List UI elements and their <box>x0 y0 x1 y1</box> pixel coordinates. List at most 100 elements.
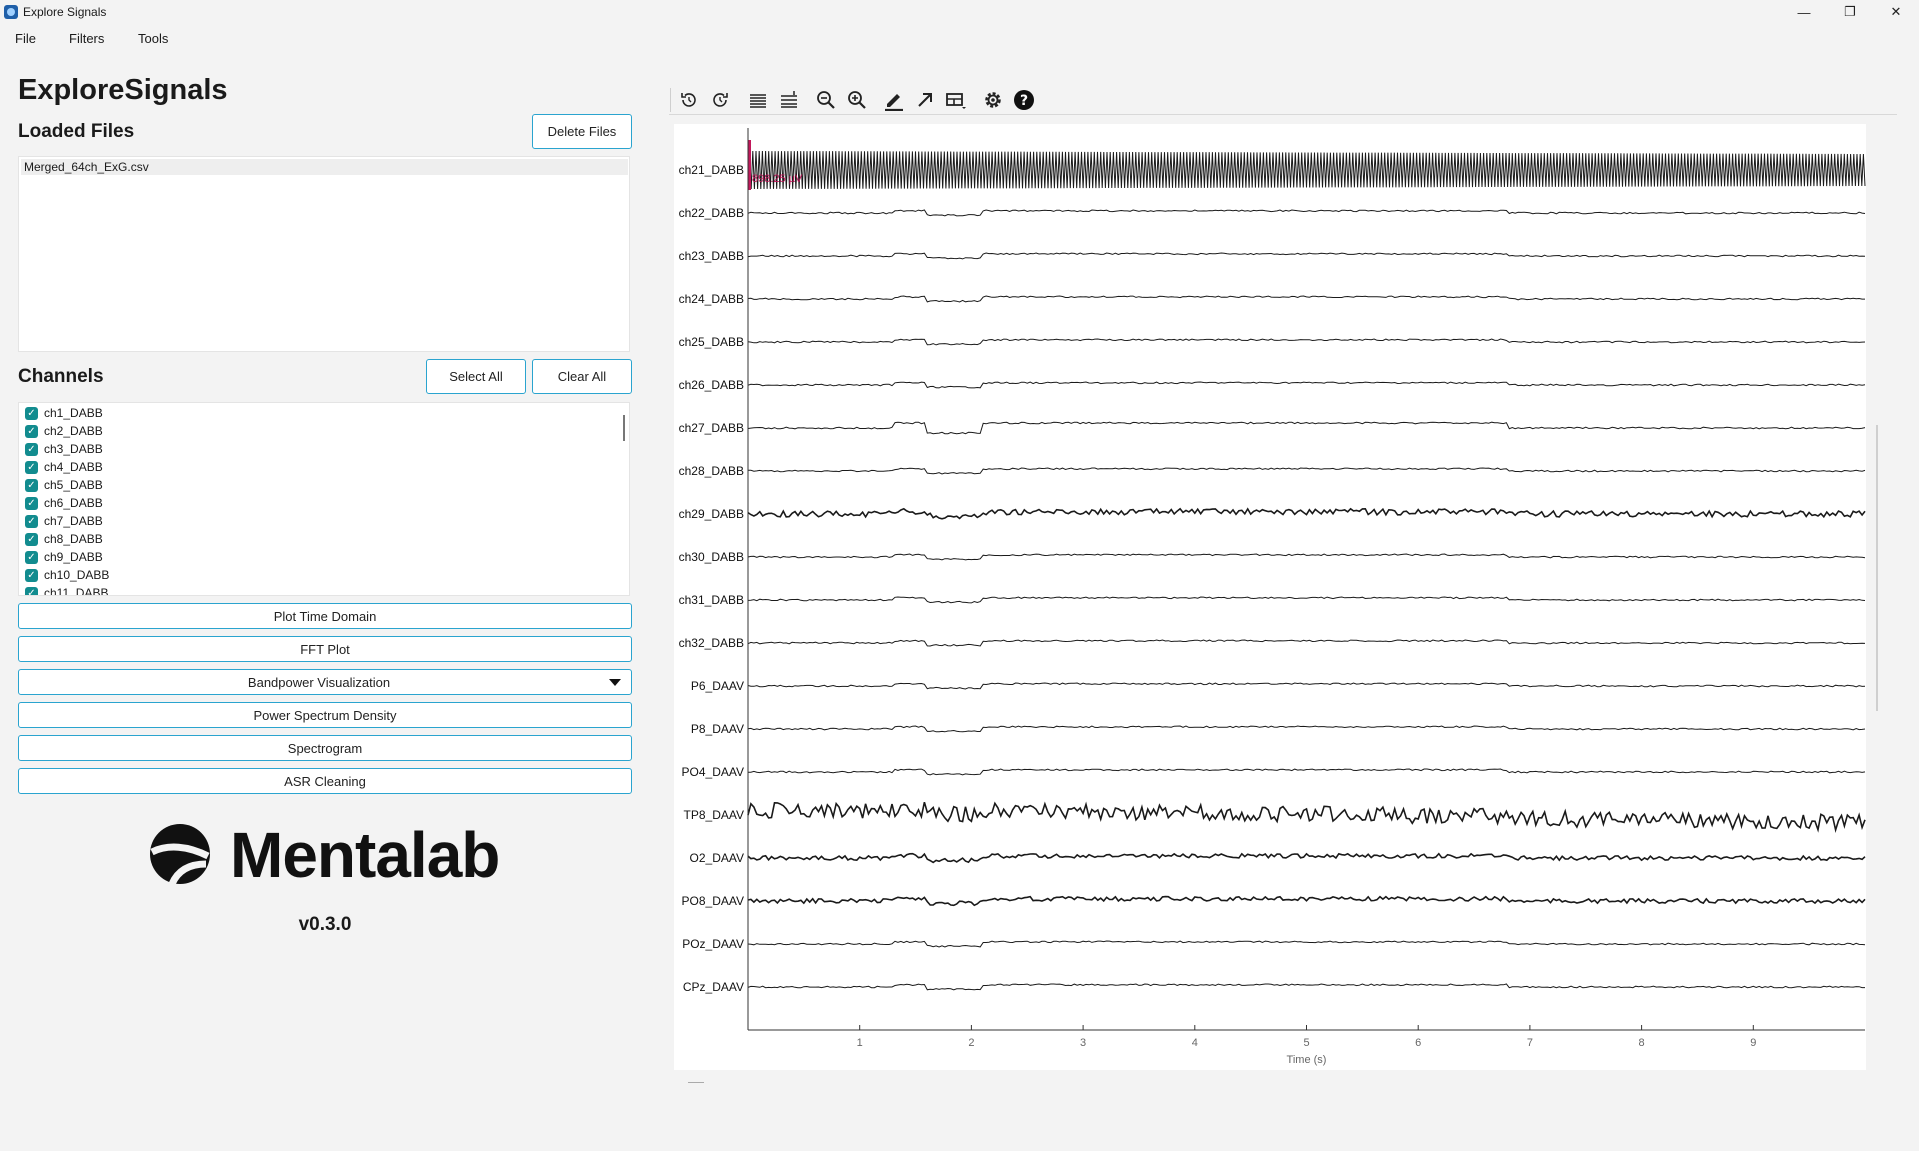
signal-trace <box>747 338 1866 346</box>
spread-traces-icon[interactable] <box>776 84 802 116</box>
undo-history-icon[interactable] <box>676 84 702 116</box>
x-tick-label: 9 <box>1750 1037 1756 1049</box>
channel-axis-label: ch28_DABB <box>679 464 744 478</box>
channel-axis-label: ch32_DABB <box>679 636 744 650</box>
channel-axis-label: ch31_DABB <box>679 593 744 607</box>
channel-axis-label: TP8_DAAV <box>684 808 744 822</box>
channel-checkbox[interactable]: ✓ <box>25 550 38 564</box>
time-domain-plot[interactable]: ch21_DABB ch22_DABB ch23_DABB ch24_DABB ch25… <box>674 124 1866 1070</box>
channels-scrollbar[interactable] <box>623 415 625 441</box>
channel-label: ch2_DABB <box>44 424 103 438</box>
app-title: ExploreSignals <box>18 74 228 106</box>
clear-all-button[interactable]: Clear All <box>532 359 632 394</box>
channel-item[interactable]: ✓ ch11_DABB <box>25 584 108 595</box>
channel-checkbox[interactable]: ✓ <box>25 442 38 456</box>
axes-group: 898.25 µV 1 2 3 4 5 6 7 8 9 Time (s) <box>747 128 1865 1066</box>
stack-traces-icon[interactable] <box>745 84 771 116</box>
channel-item[interactable]: ✓ ch2_DABB <box>25 422 103 440</box>
channel-axis-label: O2_DAAV <box>690 851 744 865</box>
channel-label: ch9_DABB <box>44 550 103 564</box>
maximize-button[interactable]: ❐ <box>1827 0 1873 24</box>
channel-item[interactable]: ✓ ch5_DABB <box>25 476 103 494</box>
app-icon <box>4 5 18 19</box>
layout-icon[interactable] <box>943 84 969 116</box>
channel-axis-label: POz_DAAV <box>682 937 744 951</box>
bandpower-dropdown[interactable]: Bandpower Visualization <box>18 669 632 695</box>
menu-filters[interactable]: Filters <box>69 31 104 46</box>
asr-cleaning-button[interactable]: ASR Cleaning <box>18 768 632 794</box>
select-all-button[interactable]: Select All <box>426 359 526 394</box>
x-tick-label: 6 <box>1415 1037 1421 1049</box>
traces-group <box>747 150 1866 991</box>
signal-trace <box>747 801 1866 833</box>
channel-item[interactable]: ✓ ch9_DABB <box>25 548 103 566</box>
signal-trace <box>747 553 1866 561</box>
plot-time-domain-button[interactable]: Plot Time Domain <box>18 603 632 629</box>
signal-trace <box>747 895 1866 907</box>
signal-trace <box>747 150 1866 190</box>
channel-item[interactable]: ✓ ch1_DABB <box>25 404 103 422</box>
psd-button[interactable]: Power Spectrum Density <box>18 702 632 728</box>
channel-item[interactable]: ✓ ch4_DABB <box>25 458 103 476</box>
x-tick-label: 7 <box>1527 1037 1533 1049</box>
signal-trace <box>747 639 1866 647</box>
signal-trace <box>748 467 1866 475</box>
channel-checkbox[interactable]: ✓ <box>25 496 38 510</box>
x-tick-label: 2 <box>968 1037 974 1049</box>
channel-checkbox[interactable]: ✓ <box>25 568 38 582</box>
zoom-out-icon[interactable] <box>813 84 839 116</box>
help-icon[interactable]: ? <box>1011 84 1037 116</box>
file-item[interactable]: Merged_64ch_ExG.csv <box>21 159 628 175</box>
zoom-in-icon[interactable] <box>844 84 870 116</box>
fft-plot-button[interactable]: FFT Plot <box>18 636 632 662</box>
spectrogram-button[interactable]: Spectrogram <box>18 735 632 761</box>
channel-checkbox[interactable]: ✓ <box>25 514 38 528</box>
arrow-icon[interactable] <box>912 84 938 116</box>
minimize-button[interactable]: — <box>1781 0 1827 24</box>
channel-item[interactable]: ✓ ch3_DABB <box>25 440 103 458</box>
close-button[interactable]: ✕ <box>1873 0 1919 24</box>
delete-files-button[interactable]: Delete Files <box>532 114 632 149</box>
channel-checkbox[interactable]: ✓ <box>25 478 38 492</box>
menu-file[interactable]: File <box>15 31 36 46</box>
signal-trace <box>748 768 1866 776</box>
signal-trace <box>747 725 1866 733</box>
channel-axis-label: PO4_DAAV <box>682 765 744 779</box>
x-tick-label: 5 <box>1303 1037 1309 1049</box>
channel-item[interactable]: ✓ ch8_DABB <box>25 530 103 548</box>
settings-icon[interactable] <box>980 84 1006 116</box>
channel-label: ch5_DABB <box>44 478 103 492</box>
channel-axis-label: ch23_DABB <box>679 249 744 263</box>
channel-checkbox[interactable]: ✓ <box>25 424 38 438</box>
channel-item[interactable]: ✓ ch7_DABB <box>25 512 103 530</box>
bandpower-dropdown-label: Bandpower Visualization <box>247 674 391 690</box>
x-tick-label: 4 <box>1192 1037 1198 1049</box>
signal-trace <box>747 596 1866 604</box>
channel-checkbox[interactable]: ✓ <box>25 460 38 474</box>
draw-icon[interactable] <box>881 84 907 116</box>
channel-label: ch6_DABB <box>44 496 103 510</box>
signal-trace <box>747 983 1865 991</box>
signal-trace <box>747 421 1866 435</box>
channel-axis-label: ch27_DABB <box>679 421 744 435</box>
x-tick-label: 1 <box>857 1037 863 1049</box>
channel-axis-label: CPz_DAAV <box>683 980 744 994</box>
x-tick-label: 3 <box>1080 1037 1086 1049</box>
channel-item[interactable]: ✓ ch10_DABB <box>25 566 109 584</box>
signal-trace <box>747 381 1866 389</box>
channel-checkbox[interactable]: ✓ <box>25 586 38 595</box>
channel-axis-label: ch24_DABB <box>679 292 744 306</box>
channel-label: ch8_DABB <box>44 532 103 546</box>
channel-checkbox[interactable]: ✓ <box>25 532 38 546</box>
signal-trace <box>747 252 1866 260</box>
channel-checkbox[interactable]: ✓ <box>25 406 38 420</box>
toolbar-divider <box>670 88 671 112</box>
redo-history-icon[interactable] <box>707 84 733 116</box>
chevron-down-icon <box>609 679 621 686</box>
svg-text:?: ? <box>1020 93 1028 109</box>
channel-item[interactable]: ✓ ch6_DABB <box>25 494 103 512</box>
loaded-files-title: Loaded Files <box>18 121 135 142</box>
plot-scrollbar[interactable] <box>1876 425 1878 711</box>
channel-axis-label: ch22_DABB <box>679 206 744 220</box>
menu-tools[interactable]: Tools <box>138 31 168 46</box>
